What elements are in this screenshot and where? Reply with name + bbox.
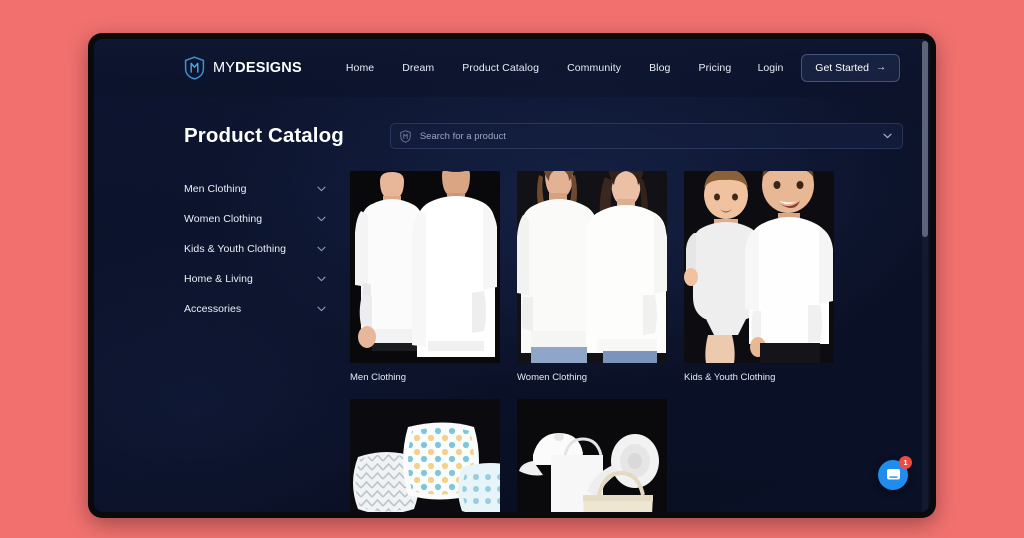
brand-prefix: MY [213,60,236,76]
product-image-accessories [517,399,667,512]
chevron-down-icon[interactable] [317,216,326,222]
product-card-accessories[interactable] [517,399,667,512]
product-label: Men Clothing [350,372,406,383]
chevron-down-icon[interactable] [317,186,326,192]
product-card-women-clothing[interactable]: Women Clothing [517,171,667,383]
chat-launcher-button[interactable]: 1 [878,456,912,490]
browser-viewport: MYDESIGNS Home Dream Product Catalog Com… [94,39,930,512]
category-label: Women Clothing [184,213,263,225]
device-frame: MYDESIGNS Home Dream Product Catalog Com… [88,33,936,518]
search-bar[interactable] [389,123,903,149]
category-accessories[interactable]: Accessories [184,294,332,324]
category-label: Accessories [184,303,242,315]
category-women-clothing[interactable]: Women Clothing [184,204,332,234]
scrollbar-thumb[interactable] [922,41,928,237]
nav-product-catalog[interactable]: Product Catalog [462,62,539,74]
catalog-header-row: Product Catalog [94,97,930,149]
header-actions: Login Get Started → [758,54,900,82]
product-label: Kids & Youth Clothing [684,372,776,383]
category-sidebar: Men Clothing Women Clothing Kids & Youth… [184,171,332,512]
category-home-living[interactable]: Home & Living [184,264,332,294]
product-image-women-clothing [517,171,667,363]
product-label: Women Clothing [517,372,588,383]
main-navigation: Home Dream Product Catalog Community Blo… [346,62,731,74]
search-input[interactable] [419,130,883,142]
login-link[interactable]: Login [758,62,784,74]
catalog-body: Men Clothing Women Clothing Kids & Youth… [94,149,930,512]
screenshot-stage: MYDESIGNS Home Dream Product Catalog Com… [0,0,1024,538]
nav-blog[interactable]: Blog [649,62,670,74]
chat-unread-badge: 1 [899,456,912,469]
chevron-down-icon[interactable] [883,133,892,139]
category-label: Kids & Youth Clothing [184,243,287,255]
brand-suffix: DESIGNS [235,60,302,76]
category-kids-youth-clothing[interactable]: Kids & Youth Clothing [184,234,332,264]
category-label: Men Clothing [184,183,247,195]
chevron-down-icon[interactable] [317,306,326,312]
chevron-down-icon[interactable] [317,246,326,252]
nav-community[interactable]: Community [567,62,621,74]
page-title: Product Catalog [184,124,344,147]
product-card-kids-youth-clothing[interactable]: Kids & Youth Clothing [684,171,834,383]
category-men-clothing[interactable]: Men Clothing [184,174,332,204]
product-image-kids-youth-clothing [684,171,834,363]
product-grid: Men Clothing Women Clothing Kids & Youth… [350,171,834,512]
product-card-men-clothing[interactable]: Men Clothing [350,171,500,383]
product-card-home-living[interactable] [350,399,500,512]
nav-pricing[interactable]: Pricing [698,62,731,74]
shield-icon [400,129,411,143]
nav-home[interactable]: Home [346,62,374,74]
brand-name: MYDESIGNS [213,60,302,76]
chevron-down-icon[interactable] [317,276,326,282]
site-header: MYDESIGNS Home Dream Product Catalog Com… [94,39,930,97]
category-label: Home & Living [184,273,253,285]
product-image-men-clothing [350,171,500,363]
vertical-scrollbar[interactable] [922,39,928,512]
arrow-right-icon: → [876,62,886,73]
brand-logo[interactable]: MYDESIGNS [184,56,302,80]
message-bubble-icon [886,469,900,480]
shield-logo-icon [184,56,205,80]
product-image-home-living [350,399,500,512]
get-started-button[interactable]: Get Started → [801,54,900,82]
nav-dream[interactable]: Dream [402,62,434,74]
get-started-label: Get Started [815,62,869,74]
